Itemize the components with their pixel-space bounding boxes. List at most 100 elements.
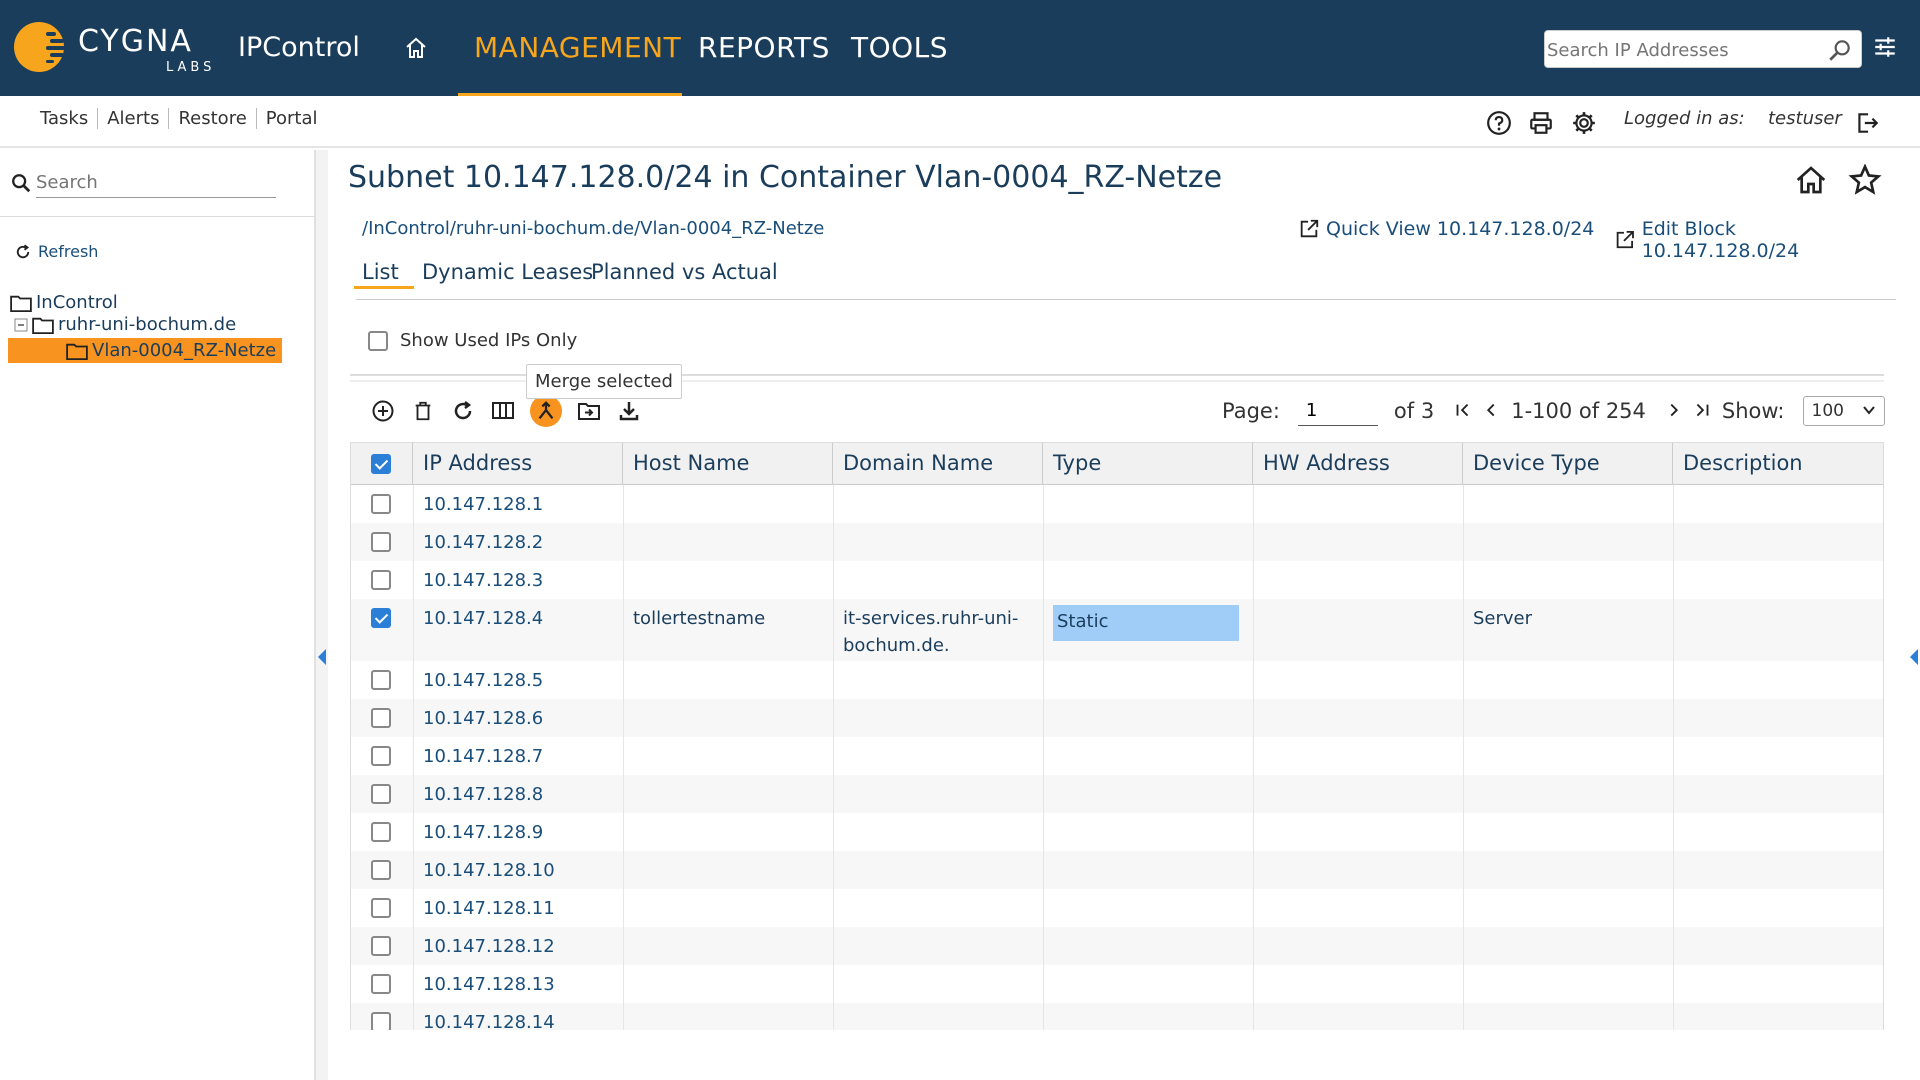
- help-icon[interactable]: [1486, 110, 1512, 136]
- breadcrumb[interactable]: /InControl/ruhr-uni-bochum.de/Vlan-0004_…: [362, 218, 824, 239]
- collapse-icon[interactable]: [14, 318, 28, 332]
- search-icon[interactable]: [1827, 37, 1853, 63]
- table-row[interactable]: 10.147.128.4 tollertestname it-services.ru…: [351, 599, 1883, 661]
- table-row[interactable]: 10.147.128.12: [351, 927, 1883, 965]
- table-row[interactable]: 10.147.128.3: [351, 561, 1883, 599]
- link-restore[interactable]: Restore: [169, 108, 257, 129]
- row-checkbox[interactable]: [371, 822, 391, 842]
- cell-ip-address[interactable]: 10.147.128.1: [413, 491, 543, 518]
- quick-view-link[interactable]: Quick View 10.147.128.0/24: [1298, 218, 1594, 240]
- cell-ip-address[interactable]: 10.147.128.12: [413, 933, 555, 960]
- page-input[interactable]: [1297, 396, 1378, 426]
- tab-list[interactable]: List: [362, 260, 399, 284]
- cell-ip-address[interactable]: 10.147.128.5: [413, 667, 543, 694]
- link-alerts[interactable]: Alerts: [98, 108, 170, 129]
- row-checkbox[interactable]: [371, 670, 391, 690]
- nav-reports[interactable]: REPORTS: [698, 31, 830, 64]
- delete-button[interactable]: [410, 398, 436, 424]
- tree-node-container[interactable]: Vlan-0004_RZ-Netze: [8, 338, 283, 363]
- refresh-button[interactable]: [450, 398, 476, 424]
- table-row[interactable]: 10.147.128.10: [351, 851, 1883, 889]
- table-row[interactable]: 10.147.128.7: [351, 737, 1883, 775]
- cell-ip-address[interactable]: 10.147.128.4: [413, 605, 543, 632]
- home-icon[interactable]: [1794, 164, 1828, 196]
- collapse-right-arrow-icon[interactable]: [1910, 649, 1918, 665]
- tab-dynamic-leases[interactable]: Dynamic Leases: [422, 260, 593, 284]
- tree-node-root[interactable]: InControl: [10, 292, 118, 313]
- cell-ip-address[interactable]: 10.147.128.7: [413, 743, 543, 770]
- col-domain-name[interactable]: Domain Name: [833, 443, 1043, 485]
- table-row[interactable]: 10.147.128.5: [351, 661, 1883, 699]
- add-button[interactable]: [370, 398, 396, 424]
- show-used-ips-toggle[interactable]: Show Used IPs Only: [368, 330, 577, 351]
- row-checkbox[interactable]: [371, 570, 391, 590]
- row-checkbox[interactable]: [371, 784, 391, 804]
- row-checkbox[interactable]: [371, 936, 391, 956]
- col-device-type[interactable]: Device Type: [1463, 443, 1673, 485]
- cell-ip-address[interactable]: 10.147.128.3: [413, 567, 543, 594]
- star-icon[interactable]: [1848, 164, 1882, 196]
- col-ip-address[interactable]: IP Address: [413, 443, 623, 485]
- table-row[interactable]: 10.147.128.8: [351, 775, 1883, 813]
- merge-button[interactable]: [530, 395, 562, 427]
- table-row[interactable]: 10.147.128.1: [351, 485, 1883, 523]
- cell-ip-address[interactable]: 10.147.128.13: [413, 971, 555, 998]
- tree-node-domain[interactable]: ruhr-uni-bochum.de: [14, 314, 236, 335]
- print-icon[interactable]: [1528, 110, 1554, 136]
- gear-icon[interactable]: [1571, 110, 1597, 136]
- col-description[interactable]: Description: [1673, 443, 1883, 485]
- row-checkbox[interactable]: [371, 708, 391, 728]
- logout-icon[interactable]: [1854, 110, 1880, 136]
- table-row[interactable]: 10.147.128.2: [351, 523, 1883, 561]
- home-icon[interactable]: [404, 36, 428, 60]
- top-search-input[interactable]: [1547, 35, 1817, 65]
- next-page-icon[interactable]: [1663, 400, 1685, 422]
- show-used-checkbox[interactable]: [368, 330, 388, 351]
- download-button[interactable]: [616, 398, 642, 424]
- table-row[interactable]: 10.147.128.13: [351, 965, 1883, 1003]
- cell-ip-address[interactable]: 10.147.128.8: [413, 781, 543, 808]
- row-checkbox[interactable]: [371, 532, 391, 552]
- cell-ip-address[interactable]: 10.147.128.11: [413, 895, 555, 922]
- row-checkbox[interactable]: [371, 1012, 391, 1030]
- link-tasks[interactable]: Tasks: [40, 108, 99, 129]
- col-host-name[interactable]: Host Name: [623, 443, 833, 485]
- prev-page-icon[interactable]: [1480, 400, 1502, 422]
- cell-ip-address[interactable]: 10.147.128.6: [413, 705, 543, 732]
- app-name[interactable]: IPControl: [238, 32, 360, 63]
- row-checkbox[interactable]: [371, 494, 391, 514]
- table-row[interactable]: 10.147.128.14: [351, 1003, 1883, 1030]
- last-page-icon[interactable]: [1691, 400, 1713, 422]
- table-row[interactable]: 10.147.128.11: [351, 889, 1883, 927]
- page-size-select[interactable]: 100: [1802, 396, 1885, 426]
- table-row[interactable]: 10.147.128.9: [351, 813, 1883, 851]
- settings-sliders-icon[interactable]: [1872, 34, 1898, 60]
- sub-links: Tasks Alerts Restore Portal: [40, 108, 327, 129]
- cygna-logo[interactable]: CYGNA LABS: [14, 20, 224, 76]
- tab-planned-vs-actual[interactable]: Planned vs Actual: [591, 260, 778, 284]
- nav-management[interactable]: MANAGEMENT: [474, 31, 681, 64]
- cell-ip-address[interactable]: 10.147.128.9: [413, 819, 543, 846]
- first-page-icon[interactable]: [1452, 400, 1474, 422]
- col-type[interactable]: Type: [1043, 443, 1253, 485]
- columns-button[interactable]: [490, 398, 516, 424]
- cell-ip-address[interactable]: 10.147.128.2: [413, 529, 543, 556]
- link-portal[interactable]: Portal: [257, 108, 327, 129]
- cell-type-static[interactable]: Static: [1053, 605, 1239, 641]
- row-checkbox[interactable]: [371, 608, 391, 628]
- nav-tools[interactable]: TOOLS: [851, 31, 948, 64]
- col-hw-address[interactable]: HW Address: [1253, 443, 1463, 485]
- table-row[interactable]: 10.147.128.6: [351, 699, 1883, 737]
- row-checkbox[interactable]: [371, 746, 391, 766]
- splitter[interactable]: [316, 150, 328, 1080]
- row-checkbox[interactable]: [371, 974, 391, 994]
- tree-refresh-button[interactable]: Refresh: [14, 242, 98, 261]
- row-checkbox[interactable]: [371, 860, 391, 880]
- move-to-folder-button[interactable]: [576, 398, 602, 424]
- cell-ip-address[interactable]: 10.147.128.10: [413, 857, 555, 884]
- row-checkbox[interactable]: [371, 898, 391, 918]
- cell-ip-address[interactable]: 10.147.128.14: [413, 1009, 555, 1030]
- collapse-left-arrow-icon[interactable]: [318, 649, 326, 665]
- tree-search-input[interactable]: [36, 168, 276, 198]
- select-all-checkbox[interactable]: [371, 454, 391, 474]
